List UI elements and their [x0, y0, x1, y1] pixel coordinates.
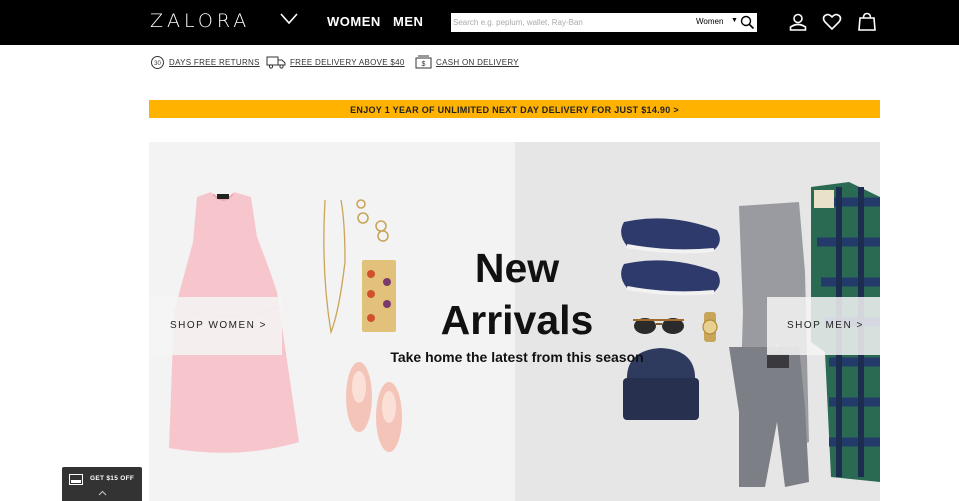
nav-women[interactable]: WOMEN [327, 14, 381, 29]
usp-delivery[interactable]: FREE DELIVERY ABOVE $40 [266, 54, 405, 70]
usp-cod-label[interactable]: CASH ON DELIVERY [436, 58, 519, 67]
pink-flats-image [346, 362, 402, 452]
chevron-up-icon[interactable] [98, 490, 107, 496]
bag-icon[interactable] [857, 12, 877, 32]
hero-subtitle: Take home the latest from this season [390, 349, 644, 365]
usp-delivery-label[interactable]: FREE DELIVERY ABOVE $40 [290, 58, 405, 67]
heart-icon[interactable] [822, 12, 842, 32]
hero-banner[interactable]: New Arrivals Take home the latest from t… [149, 142, 880, 501]
top-navigation-bar: ZALORA WOMEN MEN Women ▼ [0, 0, 959, 45]
sunglasses-image [633, 318, 684, 334]
search-input[interactable] [453, 14, 688, 31]
zalora-logo[interactable]: ZALORA [150, 10, 250, 32]
delivery-truck-icon [266, 56, 286, 69]
voucher-widget[interactable]: GET $15 OFF [62, 467, 142, 501]
search-bar: Women ▼ [451, 13, 757, 32]
gold-earrings-image [356, 199, 389, 242]
hero-title-line1: New [474, 245, 560, 291]
shop-men-button[interactable]: SHOP MEN > [767, 297, 880, 355]
svg-text:30: 30 [154, 61, 161, 67]
voucher-icon [69, 474, 83, 485]
svg-text:$: $ [422, 61, 426, 68]
cash-icon: $ [415, 55, 432, 69]
jeweled-clutch-image [362, 260, 396, 332]
usp-cod[interactable]: $ CASH ON DELIVERY [415, 54, 519, 70]
search-scope-select[interactable]: Women [696, 17, 723, 26]
shop-women-button[interactable]: SHOP WOMEN > [149, 297, 282, 355]
gold-necklace-image [323, 199, 346, 335]
search-icon[interactable] [740, 15, 755, 30]
scope-caret-icon[interactable]: ▼ [731, 17, 738, 24]
usp-returns-label[interactable]: DAYS FREE RETURNS [169, 58, 260, 67]
returns-icon: 30 [151, 55, 164, 69]
voucher-label[interactable]: GET $15 OFF [90, 475, 134, 482]
chevron-down-icon[interactable] [279, 12, 299, 26]
user-icon[interactable] [788, 12, 808, 32]
nav-men[interactable]: MEN [393, 14, 423, 29]
hero-title-line2: Arrivals [440, 297, 594, 343]
gold-watch-image [702, 312, 718, 342]
promo-banner-text[interactable]: ENJOY 1 YEAR OF UNLIMITED NEXT DAY DELIV… [350, 105, 679, 115]
usp-returns[interactable]: 30 DAYS FREE RETURNS [150, 54, 260, 70]
hero-title: New Arrivals [397, 242, 637, 346]
promo-banner[interactable]: ENJOY 1 YEAR OF UNLIMITED NEXT DAY DELIV… [149, 100, 880, 118]
